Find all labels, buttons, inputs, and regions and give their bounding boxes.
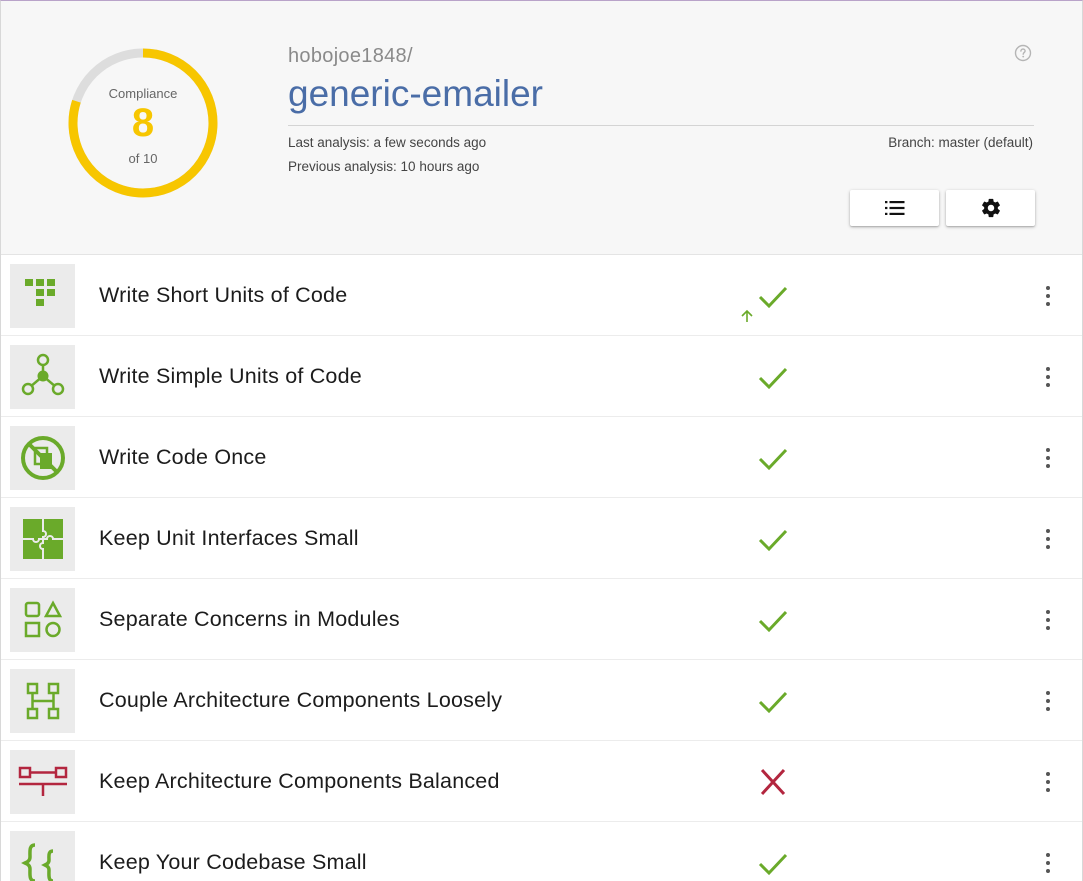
guideline-row[interactable]: Keep Architecture Components Balanced — [1, 741, 1082, 822]
last-analysis: Last analysis: a few seconds ago — [288, 135, 487, 150]
guideline-row[interactable]: Separate Concerns in Modules — [1, 579, 1082, 660]
guideline-label[interactable]: Keep Unit Interfaces Small — [99, 526, 359, 551]
guideline-label[interactable]: Write Simple Units of Code — [99, 364, 362, 389]
help-circle-icon[interactable] — [1014, 44, 1032, 62]
repo-name[interactable]: generic-emailer — [288, 73, 543, 115]
check-icon — [758, 286, 788, 309]
list-view-button[interactable] — [850, 190, 939, 226]
guideline-row[interactable]: Write Short Units of Code — [1, 255, 1082, 336]
repo-header: Compliance 8 of 10 hobojoe1848/ generic-… — [1, 1, 1082, 255]
guideline-label[interactable]: Write Code Once — [99, 445, 267, 470]
up-arrow-icon — [741, 309, 753, 322]
row-menu-button[interactable] — [1037, 850, 1059, 876]
balance-icon — [18, 766, 67, 796]
guideline-label[interactable]: Couple Architecture Components Loosely — [99, 688, 502, 713]
guideline-row[interactable]: Write Simple Units of Code — [1, 336, 1082, 417]
guideline-thumbnail — [10, 588, 75, 652]
guideline-row[interactable]: Write Code Once — [1, 417, 1082, 498]
guideline-list: Write Short Units of Code Write Simple U… — [1, 255, 1082, 881]
simple-units-icon — [21, 353, 64, 396]
row-menu-button[interactable] — [1037, 607, 1059, 633]
row-menu-button[interactable] — [1037, 769, 1059, 795]
guideline-thumbnail — [10, 750, 75, 814]
row-menu-button[interactable] — [1037, 283, 1059, 309]
list-icon — [884, 201, 904, 215]
row-menu-button[interactable] — [1037, 364, 1059, 390]
check-icon — [758, 367, 788, 390]
braces-icon — [20, 843, 53, 881]
check-icon — [758, 448, 788, 471]
gear-icon — [981, 198, 1000, 218]
guideline-row[interactable]: Couple Architecture Components Loosely — [1, 660, 1082, 741]
guideline-thumbnail — [10, 264, 75, 328]
row-menu-button[interactable] — [1037, 445, 1059, 471]
guideline-thumbnail — [10, 426, 75, 490]
guideline-thumbnail — [10, 345, 75, 409]
repo-owner[interactable]: hobojoe1848/ — [288, 45, 413, 68]
modules-icon — [24, 600, 62, 638]
guideline-label[interactable]: Keep Architecture Components Balanced — [99, 769, 500, 794]
check-icon — [758, 610, 788, 633]
cross-icon — [760, 768, 786, 796]
guideline-label[interactable]: Keep Your Codebase Small — [99, 850, 367, 875]
no-duplication-icon — [20, 436, 65, 480]
guideline-thumbnail — [10, 831, 75, 881]
row-menu-button[interactable] — [1037, 526, 1059, 552]
check-icon — [758, 853, 788, 876]
compliance-score: 8 — [131, 101, 155, 145]
compliance-readout: Compliance 8 of 10 — [65, 45, 221, 201]
compliance-label: Compliance — [108, 86, 178, 101]
guideline-row[interactable]: Keep Unit Interfaces Small — [1, 498, 1082, 579]
check-icon — [758, 691, 788, 714]
components-icon — [26, 682, 59, 720]
short-units-icon — [24, 279, 55, 306]
app-frame: Compliance 8 of 10 hobojoe1848/ generic-… — [0, 0, 1083, 881]
header-divider — [288, 125, 1034, 126]
guideline-thumbnail — [10, 507, 75, 571]
branch-selector[interactable]: Branch: master (default) — [888, 135, 1033, 150]
puzzle-icon — [22, 519, 63, 559]
settings-button[interactable] — [946, 190, 1035, 226]
guideline-row[interactable]: Keep Your Codebase Small — [1, 822, 1082, 881]
previous-analysis: Previous analysis: 10 hours ago — [288, 159, 480, 174]
check-icon — [758, 529, 788, 552]
guideline-label[interactable]: Separate Concerns in Modules — [99, 607, 400, 632]
guideline-label[interactable]: Write Short Units of Code — [99, 283, 347, 308]
compliance-max: of 10 — [128, 151, 158, 166]
guideline-thumbnail — [10, 669, 75, 733]
row-menu-button[interactable] — [1037, 688, 1059, 714]
